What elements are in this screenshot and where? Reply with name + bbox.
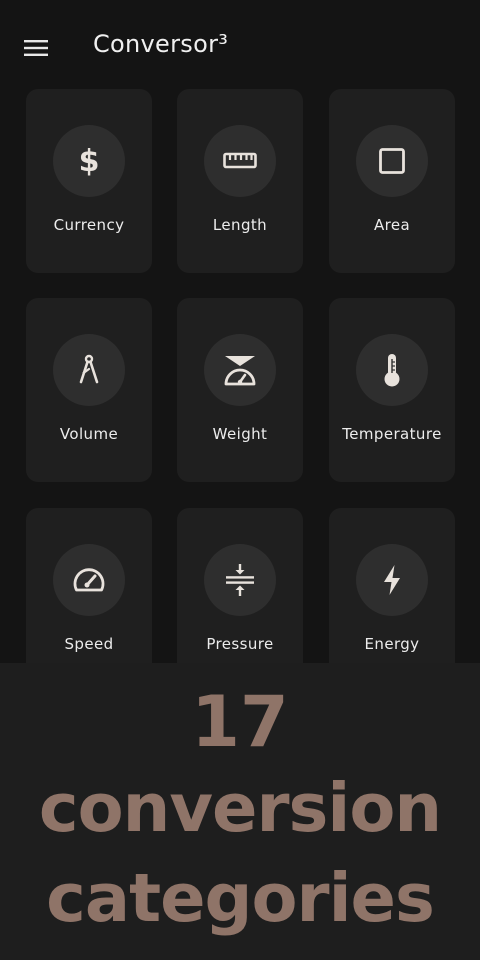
category-label: Pressure xyxy=(206,635,274,653)
thermometer-icon xyxy=(384,354,400,387)
icon-circle xyxy=(53,334,125,406)
category-card-currency[interactable]: $ Currency xyxy=(26,89,152,273)
category-label: Weight xyxy=(212,425,268,443)
category-card-area[interactable]: Area xyxy=(329,89,455,273)
category-label: Length xyxy=(212,216,268,234)
category-card-weight[interactable]: Weight xyxy=(177,298,303,482)
pressure-icon xyxy=(226,564,254,596)
category-label: Speed xyxy=(64,635,114,653)
icon-circle xyxy=(356,125,428,197)
category-card-temperature[interactable]: Temperature xyxy=(329,298,455,482)
lightning-icon xyxy=(384,565,400,595)
category-label: Temperature xyxy=(342,425,442,443)
icon-circle xyxy=(204,125,276,197)
icon-circle xyxy=(204,544,276,616)
promo-line-conversion: conversion xyxy=(38,769,442,847)
promo-line-categories: categories xyxy=(46,859,435,937)
svg-text:$: $ xyxy=(79,144,100,179)
category-card-length[interactable]: Length xyxy=(177,89,303,273)
icon-circle xyxy=(204,334,276,406)
ruler-icon xyxy=(223,152,257,169)
category-label: Volume xyxy=(59,425,119,443)
icon-circle xyxy=(53,544,125,616)
promo-banner: 17 conversion categories xyxy=(0,663,480,960)
dollar-icon: $ xyxy=(79,144,100,179)
category-card-volume[interactable]: Volume xyxy=(26,298,152,482)
category-label: Currency xyxy=(53,216,125,234)
category-label: Area xyxy=(373,216,411,234)
square-icon xyxy=(379,148,405,174)
speedometer-icon xyxy=(73,568,105,592)
promo-count: 17 xyxy=(191,681,289,763)
icon-circle xyxy=(356,334,428,406)
icon-circle: $ xyxy=(53,125,125,197)
icon-circle xyxy=(356,544,428,616)
scale-icon xyxy=(224,356,256,386)
compass-icon xyxy=(79,354,99,384)
category-label: Energy xyxy=(364,635,420,653)
